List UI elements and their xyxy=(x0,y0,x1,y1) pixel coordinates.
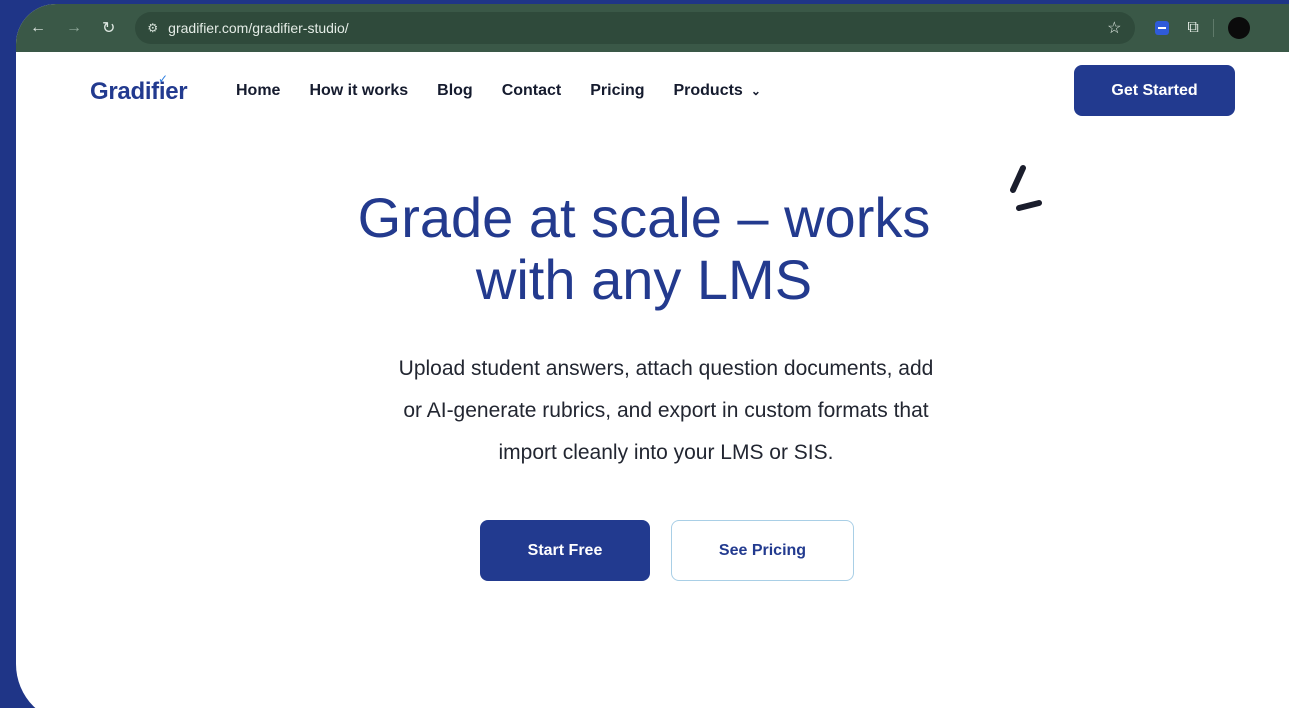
get-started-button[interactable]: Get Started xyxy=(1074,65,1235,116)
nav-products[interactable]: Products ⌄ xyxy=(673,82,760,100)
hero-title-line1: Grade at scale – works xyxy=(357,186,931,249)
reload-icon[interactable]: ↻ xyxy=(102,18,115,38)
hero-title-line2: with any LMS xyxy=(475,248,813,311)
nav-home[interactable]: Home xyxy=(236,82,280,100)
hero-subtitle-line3: import cleanly into your LMS or SIS. xyxy=(498,441,834,464)
see-pricing-button[interactable]: See Pricing xyxy=(671,520,854,581)
browser-toolbar: ← → ↻ ⚙ gradifier.com/gradifier-studio/ … xyxy=(16,4,1289,52)
site-settings-icon[interactable]: ⚙ xyxy=(147,21,158,35)
site-header: Gradifier ✓ Home How it works Blog Conta… xyxy=(16,52,1289,132)
hero-title: Grade at scale – works with any LMS xyxy=(16,187,1272,311)
bookmark-star-icon[interactable]: ☆ xyxy=(1107,18,1121,38)
hero-subtitle: Upload student answers, attach question … xyxy=(316,348,1016,474)
forward-arrow-icon[interactable]: → xyxy=(66,19,82,37)
address-url[interactable]: gradifier.com/gradifier-studio/ xyxy=(168,20,349,36)
address-bar[interactable]: ⚙ gradifier.com/gradifier-studio/ ☆ xyxy=(135,12,1136,44)
accent-strokes-icon xyxy=(1010,165,1042,211)
site-logo[interactable]: Gradifier xyxy=(90,78,188,106)
profile-avatar[interactable] xyxy=(1227,17,1250,39)
extension-icon[interactable] xyxy=(1155,21,1170,35)
logo-check-icon: ✓ xyxy=(158,72,169,86)
hero-subtitle-line1: Upload student answers, attach question … xyxy=(398,357,934,380)
toolbar-divider xyxy=(1212,19,1214,37)
back-arrow-icon[interactable]: ← xyxy=(30,19,46,37)
start-free-button[interactable]: Start Free xyxy=(480,520,650,581)
browser-window: ← → ↻ ⚙ gradifier.com/gradifier-studio/ … xyxy=(16,4,1289,708)
hero-subtitle-line2: or AI-generate rubrics, and export in cu… xyxy=(403,399,929,422)
nav-pricing[interactable]: Pricing xyxy=(590,82,644,100)
browser-nav: ← → ↻ xyxy=(30,18,115,38)
extensions-puzzle-icon[interactable]: ⧉ xyxy=(1187,19,1198,37)
nav-blog[interactable]: Blog xyxy=(437,82,473,100)
nav-contact[interactable]: Contact xyxy=(502,82,562,100)
chevron-down-icon: ⌄ xyxy=(750,84,761,98)
main-nav: Home How it works Blog Contact Pricing P… xyxy=(236,82,761,100)
nav-how-it-works[interactable]: How it works xyxy=(309,82,408,100)
nav-products-label: Products xyxy=(673,82,743,99)
